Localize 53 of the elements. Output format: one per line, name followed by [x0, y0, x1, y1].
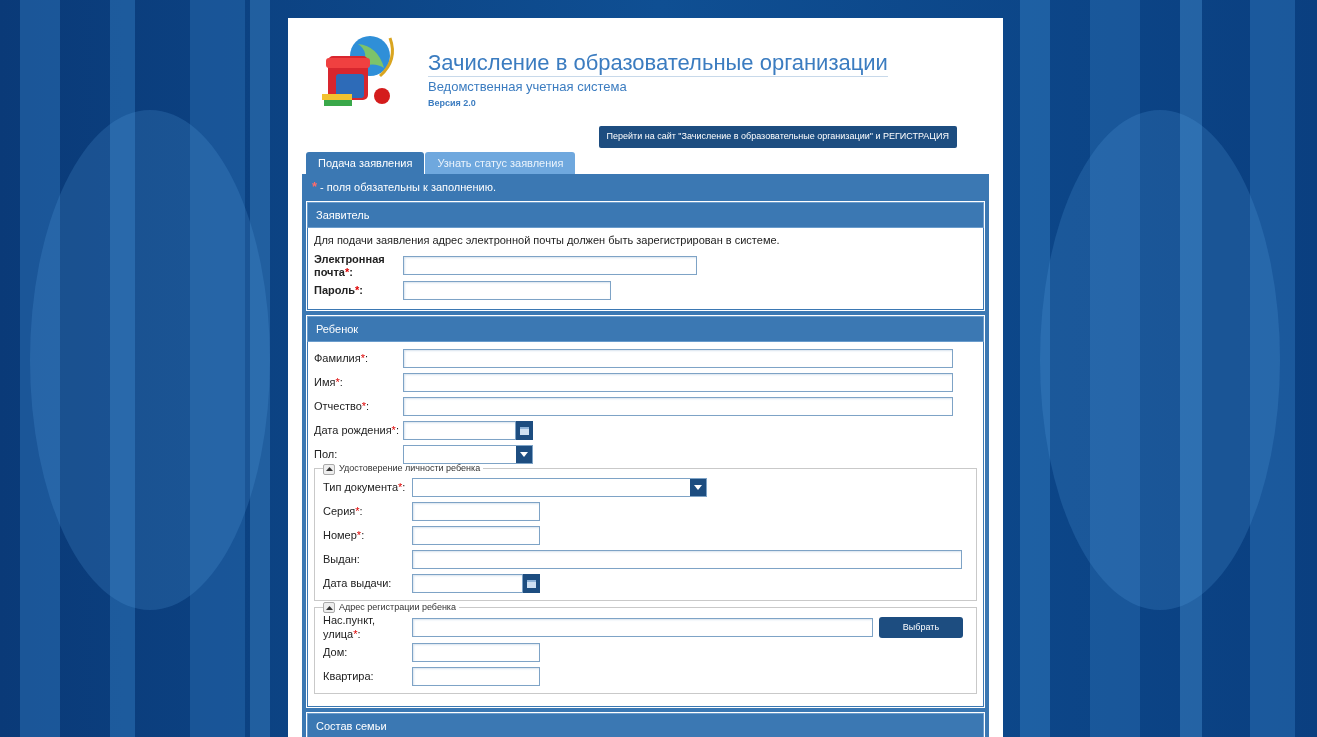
caret-icon [520, 451, 528, 457]
date-field[interactable] [403, 420, 516, 440]
field-label: Пароль*: [314, 284, 364, 298]
field-label: Имя*: [314, 375, 344, 389]
required-note: * - поля обязательны к заполнению. [311, 178, 497, 196]
calendar-icon [527, 579, 536, 589]
select-field[interactable] [412, 478, 707, 498]
group-title: Адрес регистрации ребенка [339, 600, 456, 614]
text-field[interactable] [412, 502, 540, 522]
text-field[interactable] [403, 281, 611, 301]
text-field[interactable] [403, 256, 697, 276]
text-field[interactable] [403, 348, 953, 368]
app-subtitle: Ведомственная учетная система [428, 78, 628, 97]
version-text: Версия 2.0 [428, 96, 477, 110]
field-label: Нас.пункт, улица*: [323, 614, 376, 641]
field-label: Электронная почта*: [314, 252, 386, 279]
group-title: Удостоверение личности ребенка [339, 462, 481, 476]
text-field[interactable] [412, 550, 962, 570]
calendar-button[interactable] [516, 420, 533, 440]
field-label: Серия*: [323, 505, 364, 519]
field-label: Дата рождения*: [314, 423, 400, 437]
text-field[interactable] [412, 526, 540, 546]
text-field[interactable] [412, 643, 540, 663]
field-label: Выдан: [323, 553, 361, 567]
collapse-toggle[interactable] [323, 602, 335, 614]
calendar-icon [520, 425, 529, 435]
text-field[interactable] [412, 667, 540, 687]
triangle-up-icon [325, 605, 333, 610]
registration-link-button[interactable]: Перейти на сайт "Зачисление в образовательные организации" и РЕГИСТРАЦИЯ [598, 126, 957, 148]
section-header: Ребенок [307, 315, 984, 343]
date-field[interactable] [412, 574, 523, 594]
field-label: Отчество*: [314, 399, 371, 413]
field-label: Фамилия*: [314, 351, 370, 365]
select-button[interactable]: Выбрать [879, 617, 963, 639]
app-title: Зачисление в образовательные организации [428, 50, 888, 78]
text-field[interactable] [403, 396, 953, 416]
field-label: Квартира: [323, 670, 375, 684]
section-note: Для подачи заявления адрес электронной почты должен быть зарегистрирован в системе. [314, 233, 781, 248]
triangle-up-icon [325, 467, 333, 472]
text-field[interactable] [412, 618, 873, 638]
field-label: Пол: [314, 447, 339, 461]
tab[interactable]: Подача заявления [306, 151, 425, 174]
field-label: Дата выдачи: [323, 577, 393, 591]
field-label: Номер*: [323, 529, 366, 543]
caret-icon [694, 485, 702, 491]
section-header: Заявитель [307, 201, 984, 228]
collapse-toggle[interactable] [323, 463, 335, 475]
text-field[interactable] [403, 372, 953, 392]
calendar-button[interactable] [523, 574, 540, 594]
select-field[interactable] [403, 444, 533, 464]
section-header: Состав семьи [307, 712, 984, 737]
field-label: Тип документа*: [323, 481, 407, 495]
field-label: Дом: [323, 646, 349, 660]
